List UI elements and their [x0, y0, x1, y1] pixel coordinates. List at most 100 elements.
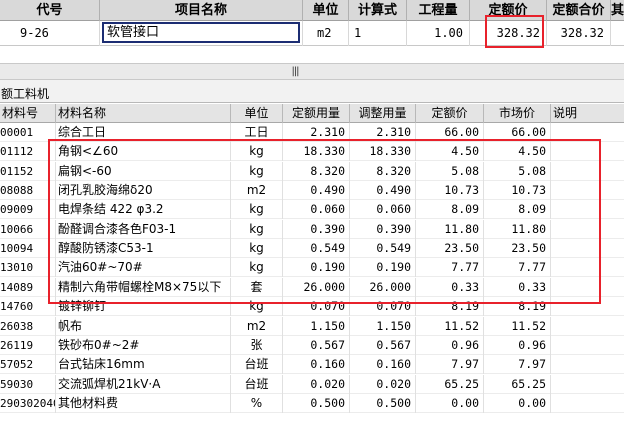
adjusted-qty-cell[interactable]: 0.060: [350, 200, 416, 220]
material-quota-price-cell[interactable]: 23.50: [416, 239, 484, 259]
col-header-unit[interactable]: 单位: [303, 0, 349, 21]
market-price-cell[interactable]: 65.25: [484, 374, 551, 394]
col-header-material-name[interactable]: 材料名称: [56, 104, 231, 123]
material-name-cell[interactable]: 铁砂布0#~2#: [56, 335, 231, 355]
adjusted-qty-cell[interactable]: 0.160: [350, 355, 416, 375]
material-code-cell[interactable]: 09009: [0, 200, 56, 220]
adjusted-qty-cell[interactable]: 0.070: [350, 297, 416, 317]
quota-qty-cell[interactable]: 18.330: [283, 142, 350, 162]
adjusted-qty-cell[interactable]: 0.390: [350, 219, 416, 239]
material-code-cell[interactable]: 59030: [0, 374, 56, 394]
project-other-cell[interactable]: [611, 21, 624, 46]
col-header-quota-total[interactable]: 定额合价: [547, 0, 611, 21]
material-row[interactable]: 14760 镀锌铆钉 kg 0.070 0.070 8.19 8.19: [0, 297, 624, 317]
note-cell[interactable]: [551, 181, 624, 200]
market-price-cell[interactable]: 23.50: [484, 239, 551, 259]
col-header-code[interactable]: 代号: [0, 0, 100, 21]
market-price-cell[interactable]: 7.97: [484, 355, 551, 375]
material-name-cell[interactable]: 其他材料费: [56, 393, 231, 413]
material-unit-cell[interactable]: kg: [231, 239, 283, 259]
material-quota-price-cell[interactable]: 5.08: [416, 161, 484, 181]
adjusted-qty-cell[interactable]: 0.020: [350, 374, 416, 394]
adjusted-qty-cell[interactable]: 0.567: [350, 335, 416, 355]
project-quota-total-cell[interactable]: 328.32: [547, 21, 611, 46]
material-row[interactable]: 01112 角钢<∠60 kg 18.330 18.330 4.50 4.50: [0, 142, 624, 162]
material-name-cell[interactable]: 台式钻床16mm: [56, 355, 231, 375]
adjusted-qty-cell[interactable]: 18.330: [350, 142, 416, 162]
material-row[interactable]: 10066 酚醛调合漆各色F03-1 kg 0.390 0.390 11.80 11.80: [0, 219, 624, 239]
quota-qty-cell[interactable]: 1.150: [283, 316, 350, 336]
material-quota-price-cell[interactable]: 7.77: [416, 258, 484, 278]
material-quota-price-cell[interactable]: 8.09: [416, 200, 484, 220]
adjusted-qty-cell[interactable]: 0.549: [350, 239, 416, 259]
material-name-cell[interactable]: 醇酸防锈漆C53-1: [56, 239, 231, 259]
material-unit-cell[interactable]: kg: [231, 200, 283, 220]
material-row[interactable]: 14089 精制六角带帽螺栓M8×75以下套 26.000 26.000 0.33 0.3…: [0, 277, 624, 297]
note-cell[interactable]: [551, 394, 624, 413]
note-cell[interactable]: [551, 355, 624, 374]
col-header-quantity[interactable]: 工程量: [407, 0, 470, 21]
material-unit-cell[interactable]: m2: [231, 316, 283, 336]
material-name-cell[interactable]: 综合工日: [56, 123, 231, 142]
material-code-cell[interactable]: 01152: [0, 161, 56, 181]
material-code-cell[interactable]: 57052: [0, 355, 56, 375]
material-row[interactable]: 26038 帆布 m2 1.150 1.150 11.52 11.52: [0, 316, 624, 336]
material-quota-price-cell[interactable]: 66.00: [416, 123, 484, 142]
material-unit-cell[interactable]: kg: [231, 161, 283, 181]
material-name-cell[interactable]: 交流弧焊机21kV·A: [56, 374, 231, 394]
quota-qty-cell[interactable]: 0.070: [283, 297, 350, 317]
material-unit-cell[interactable]: 台班: [231, 374, 283, 394]
material-unit-cell[interactable]: kg: [231, 219, 283, 239]
adjusted-qty-cell[interactable]: 2.310: [350, 123, 416, 142]
note-cell[interactable]: [551, 317, 624, 336]
market-price-cell[interactable]: 8.19: [484, 297, 551, 317]
project-formula-cell[interactable]: 1: [349, 21, 407, 46]
material-quota-price-cell[interactable]: 10.73: [416, 181, 484, 201]
material-code-cell[interactable]: 14760: [0, 297, 56, 317]
material-name-cell[interactable]: 电焊条结 422 φ3.2: [56, 200, 231, 220]
material-quota-price-cell[interactable]: 11.80: [416, 219, 484, 239]
material-quota-price-cell[interactable]: 0.33: [416, 277, 484, 297]
quota-qty-cell[interactable]: 0.190: [283, 258, 350, 278]
note-cell[interactable]: [551, 336, 624, 355]
project-quantity-cell[interactable]: 1.00: [407, 21, 470, 46]
material-code-cell[interactable]: 26038: [0, 316, 56, 336]
market-price-cell[interactable]: 66.00: [484, 123, 551, 142]
adjusted-qty-cell[interactable]: 8.320: [350, 161, 416, 181]
adjusted-qty-cell[interactable]: 0.190: [350, 258, 416, 278]
material-row[interactable]: 290302040 其他材料费% 0.500 0.500 0.00 0.00: [0, 393, 624, 413]
project-name-input[interactable]: 软管接口: [102, 22, 300, 43]
material-unit-cell[interactable]: kg: [231, 297, 283, 317]
material-row[interactable]: 10094 醇酸防锈漆C53-1 kg 0.549 0.549 23.50 23.50: [0, 239, 624, 259]
material-code-cell[interactable]: 00001: [0, 123, 56, 142]
splitter-grip-icon[interactable]: |||: [287, 65, 303, 79]
project-unit-cell[interactable]: m2: [303, 21, 349, 46]
material-row[interactable]: 13010 汽油60#~70# kg 0.190 0.190 7.77 7.77: [0, 258, 624, 278]
quota-qty-cell[interactable]: 0.060: [283, 200, 350, 220]
material-row[interactable]: 26119 铁砂布0#~2# 张 0.567 0.567 0.96 0.96: [0, 335, 624, 355]
material-quota-price-cell[interactable]: 0.00: [416, 393, 484, 413]
material-quota-price-cell[interactable]: 4.50: [416, 142, 484, 162]
material-name-cell[interactable]: 帆布: [56, 316, 231, 336]
quota-qty-cell[interactable]: 2.310: [283, 123, 350, 142]
note-cell[interactable]: [551, 162, 624, 181]
col-header-market-price[interactable]: 市场价: [484, 104, 551, 123]
material-unit-cell[interactable]: m2: [231, 181, 283, 201]
quota-qty-cell[interactable]: 0.390: [283, 219, 350, 239]
market-price-cell[interactable]: 7.77: [484, 258, 551, 278]
market-price-cell[interactable]: 0.33: [484, 277, 551, 297]
col-header-material-quota-price[interactable]: 定额价: [416, 104, 484, 123]
note-cell[interactable]: [551, 297, 624, 316]
note-cell[interactable]: [551, 200, 624, 219]
market-price-cell[interactable]: 4.50: [484, 142, 551, 162]
adjusted-qty-cell[interactable]: 1.150: [350, 316, 416, 336]
material-row[interactable]: 00001 综合工日 工日 2.310 2.310 66.00 66.00: [0, 123, 624, 142]
material-name-cell[interactable]: 镀锌铆钉: [56, 297, 231, 317]
material-quota-price-cell[interactable]: 11.52: [416, 316, 484, 336]
material-unit-cell[interactable]: 台班: [231, 355, 283, 375]
material-quota-price-cell[interactable]: 8.19: [416, 297, 484, 317]
market-price-cell[interactable]: 11.52: [484, 316, 551, 336]
material-code-cell[interactable]: 01112: [0, 142, 56, 162]
material-quota-price-cell[interactable]: 7.97: [416, 355, 484, 375]
project-quota-price-cell[interactable]: 328.32: [470, 21, 547, 46]
